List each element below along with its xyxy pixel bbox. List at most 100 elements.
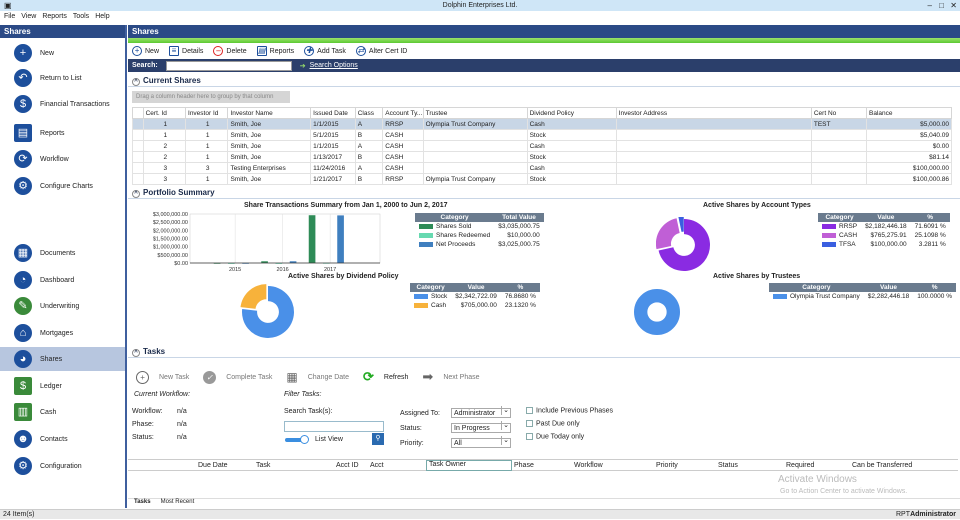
tasks-header[interactable]: ^ Tasks xyxy=(128,346,960,358)
menu-reports[interactable]: Reports xyxy=(42,13,67,20)
menu-file[interactable]: File xyxy=(4,13,15,20)
legend-swatch xyxy=(822,223,836,229)
sidebar-configure-charts[interactable]: ⚙ Configure Charts xyxy=(0,174,125,198)
sidebar-return-to-list[interactable]: ↶ Return to List xyxy=(0,66,125,90)
cell: $100,000.00 xyxy=(866,162,952,174)
sidebar-configuration[interactable]: ⚙ Configuration xyxy=(0,454,125,478)
task-column-header[interactable]: Required xyxy=(786,462,814,469)
portfolio-summary-header[interactable]: ^ Portfolio Summary xyxy=(128,187,960,199)
next-phase-button[interactable]: ➡ Next Phase xyxy=(422,369,479,385)
assigned-to-select[interactable]: Administrator xyxy=(451,406,511,418)
task-column-header[interactable]: Status xyxy=(718,462,738,469)
past-due-only-checkbox[interactable]: Past Due only xyxy=(526,420,580,427)
column-header[interactable]: Balance xyxy=(866,107,952,119)
collapse-icon[interactable]: ^ xyxy=(132,78,140,86)
sidebar-underwriting[interactable]: ✎ Underwriting xyxy=(0,294,125,318)
tab-most-recent[interactable]: Most Recent xyxy=(161,499,195,508)
sidebar-contacts[interactable]: ☻ Contacts xyxy=(0,427,125,451)
priority-select[interactable]: All xyxy=(451,436,511,448)
details-button[interactable]: ≡ Details xyxy=(169,46,203,56)
new-task-button[interactable]: + New Task xyxy=(136,370,189,384)
task-column-header[interactable]: Phase xyxy=(514,462,534,469)
label: Refresh xyxy=(383,373,409,381)
task-column-header[interactable]: Task Owner xyxy=(426,460,512,471)
sidebar-documents[interactable]: ▦ Documents xyxy=(0,241,125,265)
legend-row: Stock $2,342,722.09 76.8680 % xyxy=(410,292,540,301)
column-header[interactable]: Dividend Policy xyxy=(526,107,617,119)
collapse-icon[interactable]: ^ xyxy=(132,349,140,357)
menu-help[interactable]: Help xyxy=(95,13,109,20)
table-row[interactable]: 3 3 Testing Enterprises 11/24/2016 A CASH Cash… xyxy=(132,162,952,174)
table-row[interactable]: 2 1 Smith, Joe 1/13/2017 B CASH Stock $81.14 xyxy=(132,151,952,163)
menu-view[interactable]: View xyxy=(21,13,36,20)
sidebar-cash[interactable]: ▥ Cash xyxy=(0,400,125,424)
workflow-value: n/a xyxy=(177,408,187,415)
change-date-button[interactable]: ▦ Change Date xyxy=(286,370,349,384)
add-task-button[interactable]: ✚ Add Task xyxy=(304,46,346,56)
checkbox[interactable] xyxy=(526,420,533,427)
task-column-header[interactable]: Workflow xyxy=(574,462,603,469)
search-input[interactable] xyxy=(165,60,292,71)
alter-cert-id-button[interactable]: ⇄ Alter Cert ID xyxy=(355,46,407,56)
toggle-knob[interactable] xyxy=(300,435,309,444)
search-icon[interactable]: ⚲ xyxy=(372,433,384,445)
new-button[interactable]: + New xyxy=(132,46,159,56)
cell: Stock xyxy=(526,129,617,141)
search-options-link[interactable]: Search Options xyxy=(310,62,358,69)
column-header[interactable]: Issued Date xyxy=(310,107,356,119)
sidebar-workflow[interactable]: ⟳ Workflow xyxy=(0,147,125,171)
column-header[interactable]: Trustee xyxy=(422,107,528,119)
complete-task-button[interactable]: ✓ Complete Task xyxy=(203,370,272,384)
column-header[interactable]: Cert. Id xyxy=(142,107,187,119)
sidebar-reports[interactable]: ▤ Reports xyxy=(0,121,125,145)
table-row[interactable]: 2 1 Smith, Joe 1/1/2015 A CASH Cash $0.00 xyxy=(132,140,952,152)
minimize-button[interactable]: – xyxy=(928,0,932,11)
label: Return to List xyxy=(40,74,82,82)
task-column-header[interactable]: Can be Transferred xyxy=(852,462,912,469)
sidebar-financial-transactions[interactable]: $ Financial Transactions xyxy=(0,92,125,116)
sidebar-ledger[interactable]: $ Ledger xyxy=(0,374,125,398)
sidebar-mortgages[interactable]: ⌂ Mortgages xyxy=(0,321,125,345)
collapse-icon[interactable]: ^ xyxy=(132,190,140,198)
sidebar-new[interactable]: + New xyxy=(0,41,125,65)
search-tasks-input[interactable] xyxy=(284,421,384,432)
dividend-policy-title: Active Shares by Dividend Policy xyxy=(288,273,399,280)
refresh-button[interactable]: ⟳ Refresh xyxy=(363,369,408,385)
table-row[interactable]: 1 1 Smith, Joe 1/1/2015 A RRSP Olympia Trust C… xyxy=(132,118,952,130)
sidebar-shares[interactable]: ◕ Shares xyxy=(0,347,125,371)
legend-header: Value xyxy=(861,213,911,222)
include-previous-phases-checkbox[interactable]: Include Previous Phases xyxy=(526,407,613,414)
cell: 2 xyxy=(142,151,187,163)
task-column-header[interactable]: Task xyxy=(256,462,270,469)
task-column-header[interactable]: Acct ID xyxy=(336,462,359,469)
current-shares-header[interactable]: ^ Current Shares xyxy=(128,75,960,87)
delete-button[interactable]: – Delete xyxy=(213,46,247,56)
maximize-button[interactable]: □ xyxy=(939,0,944,11)
due-today-only-checkbox[interactable]: Due Today only xyxy=(526,433,584,440)
tab-tasks[interactable]: Tasks xyxy=(134,499,151,508)
table-row[interactable]: 3 1 Smith, Joe 1/21/2017 B RRSP Olympia Trust … xyxy=(132,173,952,185)
y-tick-label: $1,500,000.00 xyxy=(153,237,188,243)
column-header[interactable]: Investor Name xyxy=(227,107,312,119)
column-header[interactable]: Investor Id xyxy=(185,107,229,119)
go-arrow-icon[interactable]: ➔ xyxy=(300,62,306,70)
menu-tools[interactable]: Tools xyxy=(73,13,89,20)
column-header[interactable]: Class xyxy=(354,107,384,119)
group-by-panel[interactable]: Drag a column header here to group by th… xyxy=(132,91,290,103)
task-column-header[interactable]: Due Date xyxy=(198,462,228,469)
checkbox[interactable] xyxy=(526,407,533,414)
column-header[interactable]: Cert No xyxy=(810,107,868,119)
x-tick-label: 2016 xyxy=(277,267,289,271)
reports-button[interactable]: ▤ Reports xyxy=(256,46,294,56)
column-header[interactable]: Account Ty... xyxy=(382,107,424,119)
table-row[interactable]: 1 1 Smith, Joe 5/1/2015 B CASH Stock $5,040.09 xyxy=(132,129,952,141)
column-header[interactable]: Investor Address xyxy=(615,107,812,119)
task-column-header[interactable]: Acct xyxy=(370,462,384,469)
sidebar-dashboard[interactable]: ◔ Dashboard xyxy=(0,268,125,292)
status-select[interactable]: In Progress xyxy=(451,421,511,433)
legend-swatch xyxy=(414,302,428,308)
checkbox[interactable] xyxy=(526,433,533,440)
close-button[interactable]: ✕ xyxy=(950,0,957,11)
cell: $81.14 xyxy=(866,151,952,163)
task-column-header[interactable]: Priority xyxy=(656,462,678,469)
